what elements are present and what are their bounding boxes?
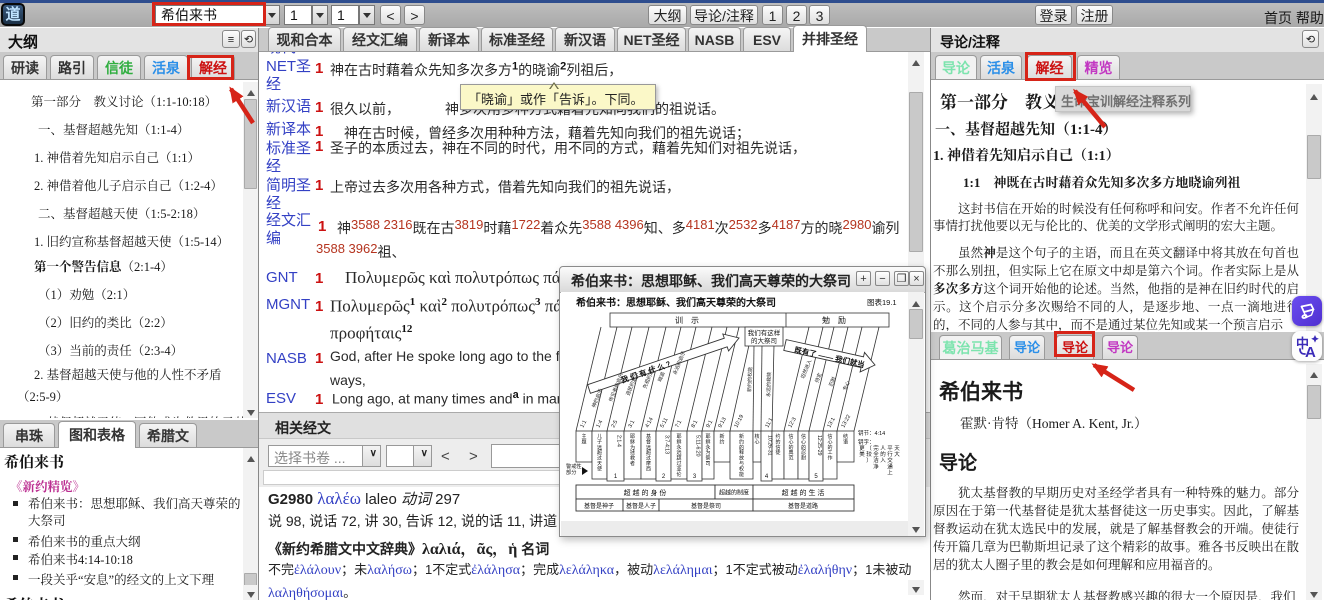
svg-text:新约的权能: 新约的权能 <box>746 367 754 392</box>
svg-text:9:13: 9:13 <box>717 417 727 429</box>
svg-text:12:3: 12:3 <box>787 417 797 429</box>
svg-text:12:25-29: 12:25-29 <box>816 435 822 456</box>
svg-text:完全洁净: 完全洁净 <box>873 444 879 470</box>
svg-text:7:1: 7:1 <box>674 419 683 429</box>
svg-text:11:1: 11:1 <box>764 417 774 429</box>
svg-text:基督是人子: 基督是人子 <box>626 502 656 510</box>
svg-text:钥字：: 钥字： <box>858 438 875 446</box>
svg-text:超 越 的 身 份: 超 越 的 身 份 <box>624 488 667 497</box>
svg-text:信心的工作: 信心的工作 <box>827 433 832 462</box>
svg-text:13:1: 13:1 <box>826 417 836 429</box>
svg-text:基督是祭司: 基督是祭司 <box>691 502 721 510</box>
svg-text:5:11: 5:11 <box>659 417 669 429</box>
svg-text:5:11-6:20: 5:11-6:20 <box>695 435 701 457</box>
svg-text:持定: 持定 <box>813 372 823 384</box>
svg-text:主题: 主题 <box>581 433 586 445</box>
svg-text:基督远超过摩西: 基督远超过摩西 <box>646 433 651 472</box>
svg-text:超 越 的 生 活: 超 越 的 生 活 <box>782 488 825 497</box>
svg-text:警戒性: 警戒性 <box>566 462 582 470</box>
svg-text:3:7-4:13: 3:7-4:13 <box>664 435 670 454</box>
svg-text:图表19.1: 图表19.1 <box>867 297 897 307</box>
svg-text:1:1: 1:1 <box>579 419 588 429</box>
svg-text:希伯来书：思想耶稣、我们高天尊荣的大祭司: 希伯来书：思想耶稣、我们高天尊荣的大祭司 <box>575 296 776 309</box>
svg-text:更美: 更美 <box>859 445 865 458</box>
svg-text:儿子远超过天使: 儿子远超过天使 <box>597 433 602 472</box>
svg-text:专心: 专心 <box>841 380 851 392</box>
svg-text:勉 励: 勉 励 <box>822 315 846 325</box>
svg-text:永远的救赎: 永远的救赎 <box>765 372 773 397</box>
svg-text:钥节：4:14: 钥节：4:14 <box>858 429 885 437</box>
svg-text:基督是神子: 基督是神子 <box>584 502 614 510</box>
svg-text:新约的释放与权能: 新约的释放与权能 <box>739 433 744 478</box>
svg-text:（较）: （较） <box>866 445 872 464</box>
svg-text:训 示: 训 示 <box>675 316 699 325</box>
svg-text:基督是道路: 基督是道路 <box>788 502 818 510</box>
svg-text:2:5: 2:5 <box>610 419 619 429</box>
svg-text:天大: 天大 <box>894 445 900 458</box>
svg-text:1:4: 1:4 <box>595 419 604 429</box>
svg-text:信心的典范: 信心的典范 <box>788 433 793 462</box>
svg-text:新约: 新约 <box>719 433 724 445</box>
svg-text:约的信徒: 约的信徒 <box>775 433 780 456</box>
svg-text:耶稣永远超过亚伦: 耶稣永远超过亚伦 <box>676 434 681 478</box>
svg-text:3:1: 3:1 <box>627 419 636 429</box>
svg-text:超越的制度: 超越的制度 <box>719 489 749 497</box>
svg-text:部分: 部分 <box>566 468 576 476</box>
svg-text:8:1: 8:1 <box>690 419 699 429</box>
svg-text:4:14: 4:14 <box>644 417 654 429</box>
svg-text:我们有这样: 我们有这样 <box>748 328 781 337</box>
svg-text:的大祭司: 的大祭司 <box>751 336 777 345</box>
svg-text:A: A <box>1305 344 1316 361</box>
svg-text:13:22: 13:22 <box>840 414 852 429</box>
svg-text:结语: 结语 <box>843 433 848 445</box>
svg-text:耶稣为拯救者: 耶稣为拯救者 <box>630 434 635 467</box>
svg-text:10:19: 10:19 <box>733 414 745 429</box>
svg-text:耶稣永为祭司: 耶稣永为祭司 <box>705 434 710 467</box>
svg-text:9:1: 9:1 <box>705 419 714 429</box>
svg-text:平行交通上: 平行交通上 <box>887 445 893 476</box>
svg-text:10:26-31: 10:26-31 <box>767 435 773 456</box>
svg-text:信心的忍耐: 信心的忍耐 <box>801 433 806 462</box>
svg-text:核心: 核心 <box>754 433 759 445</box>
svg-text:2:1-4: 2:1-4 <box>616 435 622 447</box>
svg-text:人的入: 人的入 <box>880 445 886 464</box>
